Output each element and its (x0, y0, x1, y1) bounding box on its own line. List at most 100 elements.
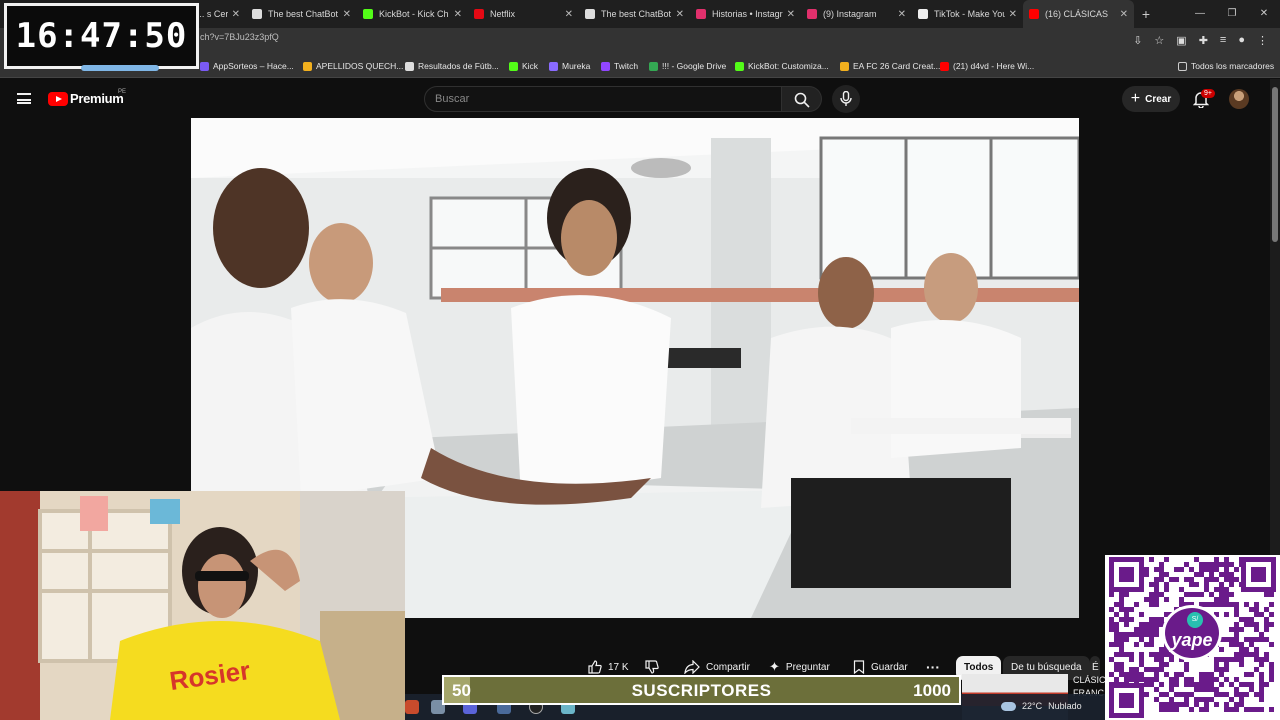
cloud-icon (1001, 701, 1016, 711)
goal-target: 1000 (913, 681, 951, 700)
thumbs-down-icon (645, 660, 659, 674)
scrollbar-thumb[interactable] (1272, 87, 1278, 242)
account-avatar[interactable] (1229, 89, 1249, 109)
url-text[interactable]: ch?v=7BJu23z3pfQ (200, 32, 279, 42)
tab-close-icon[interactable]: ✕ (454, 9, 462, 20)
tab-label: Historias • Instagr (712, 9, 783, 19)
bookmark-label: !!! - Google Drive (662, 61, 727, 71)
browser-tab[interactable]: Historias • Instagr ✕ (690, 0, 801, 28)
tab-close-icon[interactable]: ✕ (565, 9, 573, 20)
microphone-icon (840, 91, 852, 106)
bookmark-favicon-icon (735, 61, 744, 71)
bookmark-label: Twitch (614, 61, 639, 71)
create-button[interactable]: + Crear (1122, 86, 1180, 112)
puzzle-icon[interactable]: ✚ (1199, 34, 1208, 47)
clock-accent-bar (81, 65, 159, 71)
share-label: Compartir (706, 661, 750, 673)
browser-tab[interactable]: (16) CLÁSICAS ✕ (1023, 0, 1134, 28)
bookmark-favicon-icon (405, 61, 414, 71)
thumbs-up-icon (588, 660, 602, 674)
create-label: Crear (1145, 93, 1172, 105)
plus-icon: + (1130, 90, 1141, 107)
close-window-icon[interactable]: ✕ (1248, 0, 1280, 28)
browser-tab[interactable]: Netflix ✕ (468, 0, 579, 28)
bookmark-favicon-icon (940, 61, 949, 71)
tab-label: TikTok - Make You (934, 9, 1005, 19)
like-count: 17 K (608, 661, 629, 673)
media-controls-icon[interactable]: ≡ (1220, 34, 1226, 47)
install-app-icon[interactable]: ⇩ (1133, 34, 1142, 47)
restore-icon[interactable]: ❐ (1216, 0, 1248, 28)
bookmark-favicon-icon (200, 61, 209, 71)
bookmark-favicon-icon (601, 61, 610, 71)
menu-icon[interactable] (17, 93, 31, 104)
browser-tab[interactable]: The best ChatBot ✕ (246, 0, 357, 28)
tab-favicon-icon (696, 9, 706, 19)
tab-close-icon[interactable]: ✕ (232, 9, 240, 20)
tab-favicon-icon (918, 9, 928, 19)
app-icon[interactable] (405, 700, 419, 714)
yape-qr-code: S/ yape (1105, 555, 1280, 720)
youtube-logo-icon[interactable] (48, 92, 68, 106)
folder-icon (1178, 61, 1187, 71)
bookmark-favicon-icon (509, 61, 518, 71)
voice-search-button[interactable] (832, 85, 860, 113)
browser-tab[interactable]: The best ChatBot ✕ (579, 0, 690, 28)
new-tab-button[interactable]: + (1134, 6, 1158, 22)
bookmark-item[interactable]: Twitch (601, 61, 638, 71)
bookmark-item[interactable]: APELLIDOS QUECH... (303, 61, 403, 71)
tab-label: KickBot - Kick Ch (379, 9, 449, 19)
search-icon (794, 92, 810, 108)
share-icon (684, 660, 700, 674)
minimize-icon[interactable]: — (1184, 0, 1216, 28)
bookmark-item[interactable]: Kick (509, 61, 538, 71)
bookmark-star-icon[interactable]: ☆ (1154, 34, 1164, 47)
profile-icon[interactable]: ● (1238, 34, 1245, 47)
clock-time: 16:47:50 (15, 16, 188, 56)
bookmark-item[interactable]: KickBot: Customiza... (735, 61, 829, 71)
tab-label: Netflix (490, 9, 516, 19)
bookmark-icon (853, 660, 865, 674)
tab-favicon-icon (363, 9, 373, 19)
browser-tab[interactable]: TikTok - Make You ✕ (912, 0, 1023, 28)
bookmark-item[interactable]: EA FC 26 Card Creat... (840, 61, 940, 71)
search-button[interactable] (782, 86, 822, 112)
tab-favicon-icon (252, 9, 262, 19)
bookmark-item[interactable]: AppSorteos – Hace... (200, 61, 294, 71)
bookmark-item[interactable]: Mureka (549, 61, 590, 71)
tab-close-icon[interactable]: ✕ (343, 9, 351, 20)
bookmark-favicon-icon (840, 61, 849, 71)
tab-label: (16) CLÁSICAS (1045, 9, 1109, 19)
youtube-brand[interactable]: Premium (70, 91, 124, 106)
ask-label: Preguntar (785, 661, 830, 673)
tab-favicon-icon (807, 9, 817, 19)
tab-label: The best ChatBot (268, 9, 339, 19)
tab-close-icon[interactable]: ✕ (787, 9, 795, 20)
tab-close-icon[interactable]: ✕ (1120, 9, 1128, 20)
all-bookmarks-folder[interactable]: Todos los marcadores (1178, 61, 1274, 71)
save-label: Guardar (871, 661, 908, 673)
stream-clock-overlay: 16:47:50 (4, 3, 199, 71)
tab-close-icon[interactable]: ✕ (1009, 9, 1017, 20)
bookmark-label: APELLIDOS QUECH... (316, 61, 404, 71)
search-input[interactable]: Buscar (424, 86, 782, 112)
extension-icon[interactable]: ▣ (1176, 34, 1186, 47)
tab-close-icon[interactable]: ✕ (676, 9, 684, 20)
tab-favicon-icon (474, 9, 484, 19)
tab-close-icon[interactable]: ✕ (898, 9, 906, 20)
tab-favicon-icon (1029, 9, 1039, 19)
yape-logo: S/ yape (1162, 605, 1222, 661)
weather-widget[interactable]: 22°C Nublado (1001, 701, 1082, 711)
browser-tab[interactable]: KickBot - Kick Ch ✕ (357, 0, 468, 28)
temperature: 22°C (1022, 701, 1043, 711)
bookmark-item[interactable]: (21) d4vd - Here Wi... (940, 61, 1034, 71)
browser-tab[interactable]: (9) Instagram ✕ (801, 0, 912, 28)
currency-symbol: S/ (1187, 612, 1203, 628)
browser-menu-icon[interactable]: ⋮ (1257, 34, 1268, 47)
bookmark-item[interactable]: Resultados de Fútb... (405, 61, 499, 71)
webcam-frame: Rosier (0, 491, 405, 720)
window-controls: — ❐ ✕ (1184, 0, 1280, 28)
webcam-overlay: Rosier (0, 491, 405, 720)
bookmark-item[interactable]: !!! - Google Drive (649, 61, 726, 71)
region-code: PE (118, 89, 127, 95)
